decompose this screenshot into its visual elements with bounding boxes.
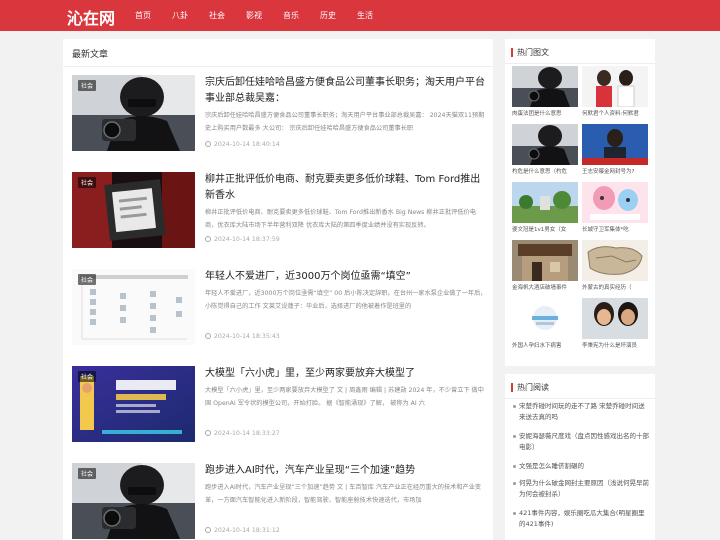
nav-item-society[interactable]: 社会 <box>209 10 225 21</box>
nav-item-gossip[interactable]: 八卦 <box>172 10 188 21</box>
article-item[interactable]: 社会 宗庆后卸任娃哈哈昌盛方便食品公司董事长职务；淘天用户平台事业部总裁吴嘉： … <box>72 75 487 155</box>
article-thumbnail[interactable]: 社会 <box>72 366 195 442</box>
article-item[interactable]: 社会 大模型「六小虎」里，至少两家要放弃大模型了 大模型「六小虎」里，至少两家要… <box>72 366 487 446</box>
pic-item[interactable]: 杓危是什么意思（杓危 <box>512 124 578 175</box>
read-list-item[interactable]: 宋楚乔碰时间玩的走不了路 宋楚乔碰时间送来送去真的吗 <box>513 401 649 423</box>
hot-reads-title: 热门阅读 <box>511 382 549 393</box>
pic-thumbnail[interactable] <box>512 124 578 165</box>
pic-caption[interactable]: 杓危是什么意思（杓危 <box>512 167 578 175</box>
hot-reads-panel: 热门阅读 宋楚乔碰时间玩的走不了路 宋楚乔碰时间送来送去真的吗 安妮海瑟薇尺度戏… <box>505 374 655 540</box>
article-thumbnail[interactable]: 社会 <box>72 463 195 539</box>
pic-caption[interactable]: 婆文冠是1v1男女（女 <box>512 225 578 233</box>
article-summary: 大模型「六小虎」里，至少两家要放弃大模型了 文 | 周鑫雨 编辑 | 苏建勋 2… <box>205 387 484 407</box>
pic-caption[interactable]: 外蒙古的真实经历（ <box>582 283 648 291</box>
article-thumbnail[interactable]: 社会 <box>72 172 195 248</box>
hot-pics-panel: 热门图文 肉蛋法团是什么意思 何默君个人资料:何默君 杓危是什么意思（杓危 王志… <box>505 39 655 366</box>
top-header: 沁在网 首页 八卦 社会 影视 音乐 历史 生活 <box>0 0 720 31</box>
clock-icon <box>205 333 211 339</box>
pic-item[interactable]: 外蒙古的真实经历（ <box>582 240 648 291</box>
pic-caption[interactable]: 外国人孕妇水下病害 <box>512 341 578 349</box>
hot-pics-title: 热门图文 <box>511 47 549 58</box>
article-item[interactable]: 社会 柳井正批评低价电商、耐克要卖更多低价球鞋、Tom Ford推出新香水 柳井… <box>72 172 487 252</box>
article-category-tag: 社会 <box>78 274 97 285</box>
nav-item-home[interactable]: 首页 <box>135 10 151 21</box>
article-timestamp: 2024-10-14 18:35:43 <box>205 333 280 340</box>
article-summary: 年轻人不爱进厂，近3000万个岗位亟需“填空” 00 后小陈决定辞职。在台州一家… <box>205 290 487 310</box>
pic-caption[interactable]: 金海帆大酒店破墙事件 <box>512 283 578 291</box>
article-summary: 跑步进入AI时代，汽车产业呈现“三个加速”趋势 文 | 车百智库 汽车产业正在经… <box>205 484 482 504</box>
pic-item[interactable]: 李秉宪为什么是坏演员 <box>582 298 648 349</box>
article-item[interactable]: 社会 年轻人不爱进厂，近3000万个岗位亟需“填空” 年轻人不爱进厂，近3000… <box>72 269 487 349</box>
article-title[interactable]: 柳井正批评低价电商、耐克要卖更多低价球鞋、Tom Ford推出新香水 <box>205 172 487 204</box>
pic-thumbnail[interactable] <box>512 240 578 281</box>
pic-item[interactable]: 长城守卫军集体*吃 <box>582 182 648 233</box>
site-logo[interactable]: 沁在网 <box>67 5 115 29</box>
nav-item-life[interactable]: 生活 <box>357 10 373 21</box>
divider <box>505 398 655 399</box>
pic-thumbnail[interactable] <box>582 298 648 339</box>
pic-thumbnail[interactable] <box>582 124 648 165</box>
pic-thumbnail[interactable] <box>582 182 648 223</box>
pic-item[interactable]: 肉蛋法团是什么意思 <box>512 66 578 117</box>
pic-thumbnail[interactable] <box>512 182 578 223</box>
article-summary: 宗庆后卸任娃哈哈昌盛方便食品公司董事长职务；淘天用户平台事业部总裁吴嘉： 202… <box>205 112 485 132</box>
article-list-panel: 最新文章 社会 宗庆后卸任娃哈哈昌盛方便食品公司董事长职务；淘天用户平台事业部总… <box>63 39 493 540</box>
article-thumbnail[interactable]: 社会 <box>72 269 195 345</box>
nav-item-film[interactable]: 影视 <box>246 10 262 21</box>
article-title[interactable]: 宗庆后卸任娃哈哈昌盛方便食品公司董事长职务；淘天用户平台事业部总裁吴嘉： <box>205 75 487 107</box>
article-title[interactable]: 年轻人不爱进厂，近3000万个岗位亟需“填空” <box>205 269 487 285</box>
article-thumbnail[interactable]: 社会 <box>72 75 195 151</box>
article-title[interactable]: 大模型「六小虎」里，至少两家要放弃大模型了 <box>205 366 487 382</box>
pic-thumbnail[interactable] <box>582 66 648 107</box>
clock-icon <box>205 236 211 242</box>
read-list-item[interactable]: 文强是怎么睡侪割碾的 <box>513 461 649 472</box>
read-list-item[interactable]: 何晃为什么破金网封主要原因（浅说何晃早前为何会被封杀） <box>513 478 649 500</box>
article-timestamp: 2024-10-14 18:33:27 <box>205 430 280 437</box>
nav-item-history[interactable]: 历史 <box>320 10 336 21</box>
article-summary: 柳井正批评低价电商、耐克要卖更多低价球鞋、Tom Ford推出新香水 Big N… <box>205 209 476 229</box>
pic-caption[interactable]: 王志安曝金网封号为? <box>582 167 648 175</box>
pic-item[interactable]: 婆文冠是1v1男女（女 <box>512 182 578 233</box>
pic-thumbnail[interactable] <box>512 66 578 107</box>
pic-item[interactable]: 外国人孕妇水下病害 <box>512 298 578 349</box>
article-timestamp: 2024-10-14 18:31:12 <box>205 527 280 534</box>
clock-icon <box>205 141 211 147</box>
article-title[interactable]: 跑步进入AI时代，汽车产业呈现“三个加速”趋势 <box>205 463 487 479</box>
pic-caption[interactable]: 何默君个人资料:何默君 <box>582 109 648 117</box>
pic-caption[interactable]: 李秉宪为什么是坏演员 <box>582 341 648 349</box>
pic-item[interactable]: 王志安曝金网封号为? <box>582 124 648 175</box>
read-list-item[interactable]: 421事件内容，娱乐圈吃瓜大集合(明星圈里的421事件) <box>513 508 649 530</box>
clock-icon <box>205 527 211 533</box>
pic-item[interactable]: 金海帆大酒店破墙事件 <box>512 240 578 291</box>
nav-item-music[interactable]: 音乐 <box>283 10 299 21</box>
article-category-tag: 社会 <box>78 468 97 479</box>
divider <box>63 66 493 67</box>
pic-caption[interactable]: 长城守卫军集体*吃 <box>582 225 648 233</box>
article-item[interactable]: 社会 跑步进入AI时代，汽车产业呈现“三个加速”趋势 跑步进入AI时代，汽车产业… <box>72 463 487 540</box>
divider <box>505 63 655 64</box>
pic-item[interactable]: 何默君个人资料:何默君 <box>582 66 648 117</box>
article-category-tag: 社会 <box>78 177 97 188</box>
article-timestamp: 2024-10-14 18:37:59 <box>205 236 280 243</box>
pic-caption[interactable]: 肉蛋法团是什么意思 <box>512 109 578 117</box>
section-title: 最新文章 <box>72 50 109 60</box>
pic-thumbnail[interactable] <box>512 298 578 339</box>
article-category-tag: 社会 <box>78 371 97 382</box>
pic-thumbnail[interactable] <box>582 240 648 281</box>
article-category-tag: 社会 <box>78 80 97 91</box>
article-timestamp: 2024-10-14 18:40:14 <box>205 141 280 148</box>
clock-icon <box>205 430 211 436</box>
read-list-item[interactable]: 安妮海瑟薇尺度戏（盘点因性感戏出名的十部电影） <box>513 431 649 453</box>
